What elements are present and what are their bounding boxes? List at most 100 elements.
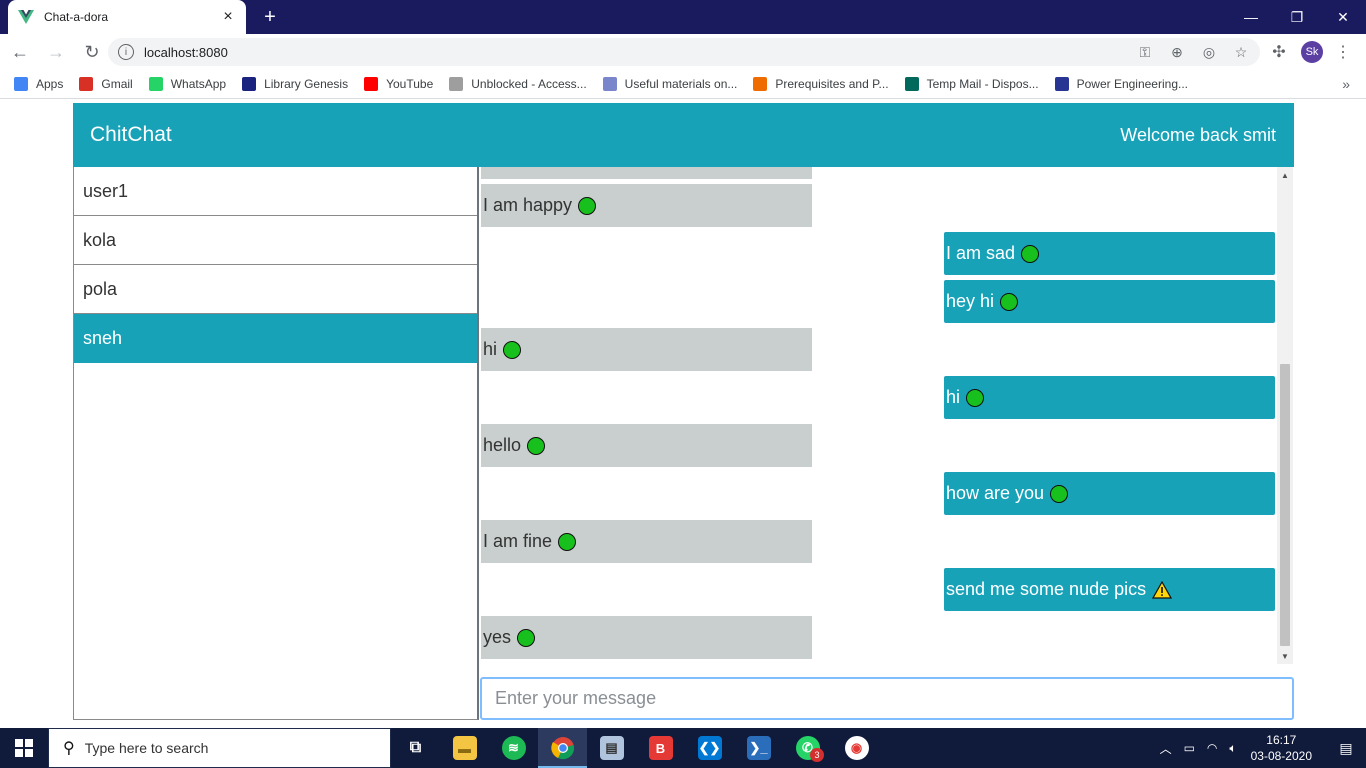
- bookmark-item[interactable]: WhatsApp: [148, 77, 227, 91]
- taskbar-search[interactable]: ⚲ Type here to search: [48, 728, 391, 768]
- app-header: ChitChat Welcome back smit: [73, 103, 1294, 167]
- folder-icon: ▬: [452, 736, 477, 760]
- wifi-icon[interactable]: ◠: [1207, 741, 1217, 755]
- message-text: hello: [483, 435, 522, 455]
- back-button[interactable]: ←: [4, 36, 36, 68]
- bookmark-item[interactable]: YouTube: [364, 77, 433, 91]
- zoom-icon[interactable]: ⊕: [1168, 43, 1186, 61]
- bookmark-label: Gmail: [101, 77, 133, 91]
- bookmark-item[interactable]: Useful materials on...: [602, 77, 737, 91]
- bookmark-item[interactable]: Gmail: [79, 77, 133, 91]
- eye-off-icon[interactable]: ◎: [1200, 43, 1218, 61]
- forward-button[interactable]: →: [40, 36, 72, 68]
- spotify-icon: ≋: [501, 736, 526, 760]
- file-explorer-button[interactable]: ▬: [440, 728, 489, 768]
- message-input[interactable]: [482, 679, 1292, 718]
- user-list-item[interactable]: user1: [74, 167, 477, 216]
- browser-tab[interactable]: Chat-a-dora ×: [8, 0, 246, 34]
- chat-scrollbar[interactable]: ▲ ▼: [1277, 167, 1293, 664]
- notification-center-icon[interactable]: ▤: [1326, 728, 1366, 768]
- message-text: send me some nude pics: [946, 579, 1147, 599]
- key-icon[interactable]: ⚿: [1136, 43, 1154, 61]
- bookmark-item[interactable]: Library Genesis: [242, 77, 348, 91]
- profile-avatar[interactable]: Sk: [1301, 41, 1323, 63]
- message-text: yes: [483, 627, 512, 647]
- tray-expand-icon[interactable]: ︿: [1160, 740, 1172, 757]
- bookmark-item[interactable]: Power Engineering...: [1054, 77, 1188, 91]
- bookmark-label: Apps: [36, 77, 64, 91]
- bookmark-label: Power Engineering...: [1076, 77, 1188, 91]
- partial-message: [481, 167, 812, 179]
- vscode-button[interactable]: ❮❯: [685, 728, 734, 768]
- user-list-item[interactable]: sneh: [74, 314, 477, 363]
- windows-taskbar: ⚲ Type here to search ⧉ ▬ ≋ ▤ B ❮❯ ❯_ ✆ …: [0, 728, 1366, 768]
- message-text: I am happy: [483, 195, 573, 215]
- bookmark-star-icon[interactable]: ☆: [1232, 43, 1250, 61]
- brand-title[interactable]: ChitChat: [90, 123, 172, 147]
- app-window-button[interactable]: ▤: [587, 728, 636, 768]
- address-bar[interactable]: i localhost:8080 ⚿ ⊕ ◎ ☆: [108, 38, 1260, 66]
- bookmark-item[interactable]: Temp Mail - Dispos...: [904, 77, 1039, 91]
- status-ok-icon: [1021, 244, 1040, 263]
- extensions-puzzle-icon[interactable]: ✣: [1268, 41, 1290, 63]
- sent-message: how are you: [944, 472, 1275, 515]
- browser-toolbar: ← → ↻ i localhost:8080 ⚿ ⊕ ◎ ☆ ✣ ⋮: [0, 34, 1366, 70]
- status-ok-icon: [578, 196, 597, 215]
- site-info-icon[interactable]: i: [118, 44, 134, 60]
- bookmark-item[interactable]: Apps: [14, 77, 63, 91]
- powershell-button[interactable]: ❯_: [734, 728, 783, 768]
- whatsapp-badge: 3: [810, 748, 824, 762]
- user-list-item[interactable]: kola: [74, 216, 477, 265]
- tab-title: Chat-a-dora: [44, 10, 109, 24]
- scroll-thumb[interactable]: [1280, 364, 1290, 646]
- minimize-button[interactable]: —: [1228, 0, 1274, 34]
- received-message: I am fine: [481, 520, 812, 563]
- task-view-button[interactable]: ⧉: [391, 728, 440, 768]
- bookmarks-overflow-icon[interactable]: »: [1342, 76, 1350, 92]
- windows-logo-icon: [15, 739, 33, 757]
- close-window-button[interactable]: ✕: [1320, 0, 1366, 34]
- sent-message: hey hi: [944, 280, 1275, 323]
- url-text[interactable]: localhost:8080: [144, 45, 1136, 60]
- system-clock[interactable]: 16:17 03-08-2020: [1251, 732, 1312, 764]
- sent-message: I am sad: [944, 232, 1275, 275]
- warning-icon: [1152, 580, 1173, 599]
- scroll-down-arrow-icon[interactable]: ▼: [1277, 648, 1293, 664]
- spotify-button[interactable]: ≋: [489, 728, 538, 768]
- status-ok-icon: [966, 388, 985, 407]
- bookmark-label: WhatsApp: [170, 77, 227, 91]
- message-text: I am fine: [483, 531, 553, 551]
- restore-button[interactable]: ❐: [1274, 0, 1320, 34]
- chrome-button[interactable]: [538, 728, 587, 768]
- browser-tab-strip: Chat-a-dora × + — ❐ ✕: [0, 0, 1366, 34]
- scroll-up-arrow-icon[interactable]: ▲: [1277, 167, 1293, 183]
- message-text: how are you: [946, 483, 1045, 503]
- message-text: I am sad: [946, 243, 1016, 263]
- whatsapp-taskbar-button[interactable]: ✆ 3: [783, 728, 832, 768]
- chitchat-app: ChitChat Welcome back smit user1 kola pola…: [73, 103, 1294, 720]
- tab-close-icon[interactable]: ×: [220, 8, 236, 26]
- menu-dots-icon[interactable]: ⋮: [1332, 41, 1354, 63]
- search-icon: ⚲: [63, 740, 75, 757]
- app-circle-button[interactable]: ◉: [832, 728, 881, 768]
- start-button[interactable]: [0, 728, 48, 768]
- window-controls: — ❐ ✕: [1228, 0, 1366, 34]
- received-message: hi: [481, 328, 812, 371]
- bookmark-item[interactable]: Prerequisites and P...: [753, 77, 889, 91]
- bookmark-item[interactable]: Unblocked - Access...: [449, 77, 587, 91]
- user-list-item[interactable]: pola: [74, 265, 477, 314]
- battery-icon[interactable]: ▭: [1184, 741, 1195, 755]
- volume-icon[interactable]: 🔈︎: [1229, 741, 1236, 756]
- apps-grid-icon: [14, 77, 28, 91]
- materials-icon: [602, 77, 617, 91]
- youtube-icon: [364, 77, 379, 91]
- reload-button[interactable]: ↻: [76, 36, 108, 68]
- received-message: hello: [481, 424, 812, 467]
- brave-button[interactable]: B: [636, 728, 685, 768]
- new-tab-button[interactable]: +: [258, 5, 282, 29]
- sent-message: send me some nude pics: [944, 568, 1275, 611]
- toolbar-divider: [0, 98, 1366, 99]
- clock-date: 03-08-2020: [1250, 749, 1312, 763]
- bookmark-label: Library Genesis: [264, 77, 349, 91]
- status-ok-icon: [1000, 292, 1019, 311]
